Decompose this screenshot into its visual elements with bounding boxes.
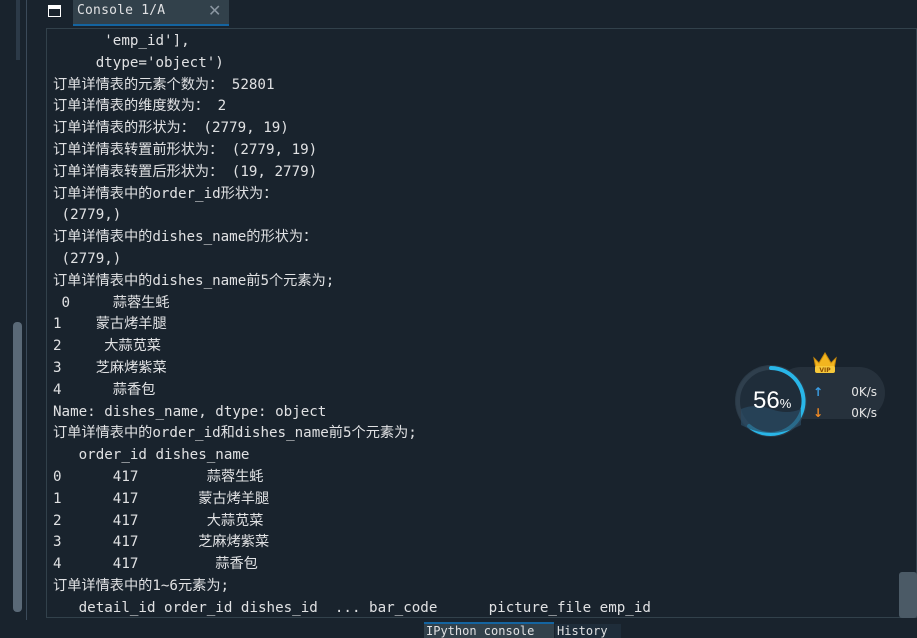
console-line: 4 蒜香包	[53, 381, 156, 398]
network-monitor-widget[interactable]: 56% VIP ↑ 0K/s ↓ 0K/s	[735, 349, 885, 439]
console-line: 订单详情表的元素个数为： 52801	[53, 76, 275, 93]
vip-badge-text: VIP	[819, 367, 831, 374]
left-scrollbar[interactable]	[13, 322, 22, 612]
console-line: detail_id order_id dishes_id ... bar_cod…	[53, 599, 651, 616]
console-line: dtype='object')	[53, 54, 224, 71]
tab-ipython-console[interactable]: IPython console	[424, 622, 554, 638]
console-line: 2 大蒜苋菜	[53, 338, 161, 355]
console-line: 订单详情表转置后形状为： (19, 2779)	[53, 163, 318, 180]
left-dock-handle	[16, 0, 20, 60]
console-line: (2779,)	[53, 251, 122, 267]
tab-console-1a[interactable]: Console 1/A ✕	[73, 0, 229, 26]
left-divider	[26, 0, 27, 638]
console-line: 订单详情表的维度数为： 2	[53, 98, 227, 115]
console-line: 订单详情表中的1~6元素为;	[53, 578, 230, 594]
bottom-tab-bar: IPython console History	[0, 620, 917, 638]
window-icon[interactable]	[48, 5, 61, 17]
arrow-up-icon: ↑	[813, 385, 824, 399]
console-line: 3 417 芝麻烤紫菜	[53, 534, 270, 551]
vip-crown-icon: VIP	[813, 352, 837, 374]
console-line: 订单详情表中的dishes_name的形状为：	[53, 229, 318, 246]
console-line: 订单详情表中的dishes_name前5个元素为;	[53, 272, 335, 289]
console-line: 订单详情表转置前形状为： (2779, 19)	[53, 142, 318, 158]
console-line: 4 417 蒜香包	[53, 556, 258, 573]
close-icon[interactable]: ✕	[208, 1, 221, 20]
tab-label: Console 1/A	[77, 3, 166, 18]
download-speed: ↓ 0K/s	[813, 406, 877, 420]
console-line: (2779,)	[53, 207, 122, 224]
console-line: 0 蒜蓉生蚝	[53, 294, 170, 311]
console-line: 1 蒙古烤羊腿	[53, 316, 167, 333]
console-line: 3 芝麻烤紫菜	[53, 360, 167, 376]
console-line: 1 417 蒙古烤羊腿	[53, 490, 270, 507]
usage-percent: 56%	[753, 387, 792, 414]
console-tab-bar: Console 1/A ✕	[36, 0, 917, 26]
console-line: Name: dishes_name, dtype: object	[53, 403, 327, 420]
console-line: 0 417 蒜蓉生蚝	[53, 469, 264, 485]
upload-speed: ↑ 0K/s	[813, 385, 877, 399]
right-scrollbar[interactable]	[899, 572, 917, 618]
console-line: order_id dishes_name	[53, 447, 250, 464]
tab-history[interactable]: History	[555, 624, 621, 638]
console-line: 'emp_id'],	[53, 33, 190, 49]
console-line: 订单详情表的形状为： (2779, 19)	[53, 120, 289, 137]
console-line: 订单详情表中的order_id形状为：	[53, 185, 278, 202]
console-line: 订单详情表中的order_id和dishes_name前5个元素为;	[53, 425, 417, 442]
console-line: 2 417 大蒜苋菜	[53, 512, 264, 529]
console-output[interactable]: 'emp_id'], dtype='object') 订单详情表的元素个数为： 5…	[46, 28, 917, 618]
arrow-down-icon: ↓	[813, 406, 824, 420]
